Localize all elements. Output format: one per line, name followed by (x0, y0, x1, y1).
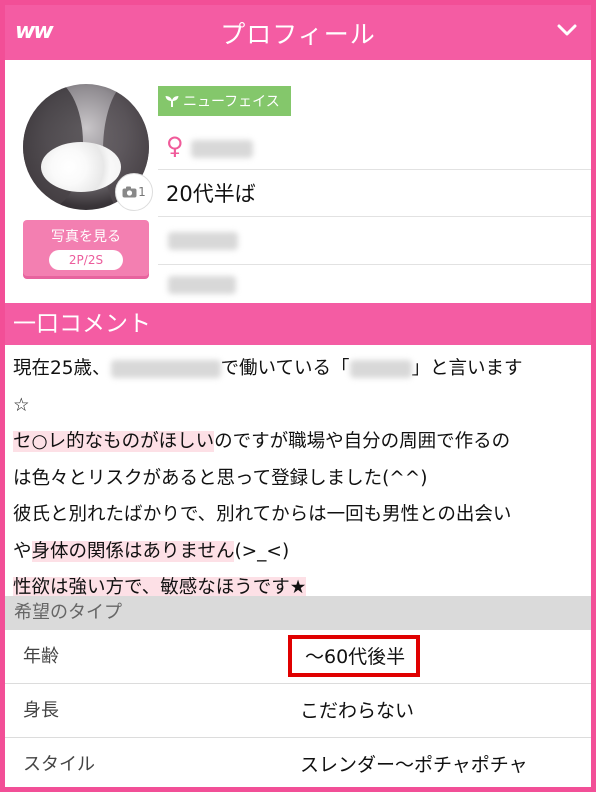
new-face-tag: ニューフェイス (158, 86, 291, 116)
comment-section-heading: 一口コメント (5, 303, 591, 345)
type-section-heading: 希望のタイプ (5, 596, 591, 630)
new-face-label: ニューフェイス (183, 94, 280, 110)
type-value: ～60代後半 (305, 646, 406, 668)
type-value: こだわらない (300, 700, 415, 722)
type-row-height: 身長 こだわらない (5, 685, 591, 738)
app-frame: ww プロフィール 1 写真を見る 2P/2S ニューフェイス ♀ 20代半ば … (0, 0, 596, 792)
nickname-redacted (349, 360, 412, 378)
gender-icon: ♀ (166, 132, 184, 160)
sprout-icon (165, 96, 179, 107)
face-blur-mask (41, 142, 121, 192)
workplace-redacted (110, 360, 221, 378)
type-row-age: 年齢 ～60代後半 (5, 631, 591, 684)
type-value: スレンダー～ポチャポチャ (300, 754, 528, 776)
type-key: スタイル (23, 754, 95, 775)
app-logo[interactable]: ww (15, 19, 54, 44)
comment-line: や身体の関係はありません(>_<) (13, 540, 290, 562)
comment-line: は色々とリスクがあると思って登録しました(^^) (13, 467, 428, 489)
divider (158, 264, 591, 265)
page-title: プロフィール (220, 19, 376, 49)
comment-line: 現在25歳、 で働いている「 」と言います (13, 358, 523, 379)
photo-count: 1 (138, 185, 146, 199)
camera-icon (122, 186, 137, 198)
top-header: ww プロフィール (5, 5, 591, 60)
chevron-down-icon[interactable] (557, 23, 577, 37)
comment-line: セ○レ的なものがほしいのですが職場や自分の周囲で作るの (13, 431, 511, 452)
name-redacted (191, 140, 253, 158)
type-row-style: スタイル スレンダー～ポチャポチャ (5, 739, 591, 787)
profile-info: ニューフェイス ♀ 20代半ば (158, 60, 591, 303)
comment-line: ☆ (13, 394, 30, 416)
comment-line: 彼氏と別れたばかりで、別れてからは一回も男性との出会い (13, 504, 512, 525)
view-photos-button[interactable]: 写真を見る 2P/2S (23, 220, 149, 276)
comment-text: 現在25歳、 で働いている「 」と言います ☆ セ○レ的なものがほしいのですが職場や… (13, 351, 585, 607)
divider (158, 169, 591, 170)
job-redacted (168, 276, 236, 294)
profile-card: 1 写真を見る 2P/2S ニューフェイス ♀ 20代半ば (5, 60, 591, 303)
type-key: 身長 (23, 700, 59, 721)
type-key: 年齢 (23, 646, 59, 667)
photo-count-badge: 1 (115, 173, 153, 211)
profile-age: 20代半ば (166, 182, 256, 206)
view-photos-label: 写真を見る (51, 229, 121, 245)
divider (158, 216, 591, 217)
view-photos-price: 2P/2S (49, 250, 123, 270)
area-redacted (168, 232, 238, 250)
